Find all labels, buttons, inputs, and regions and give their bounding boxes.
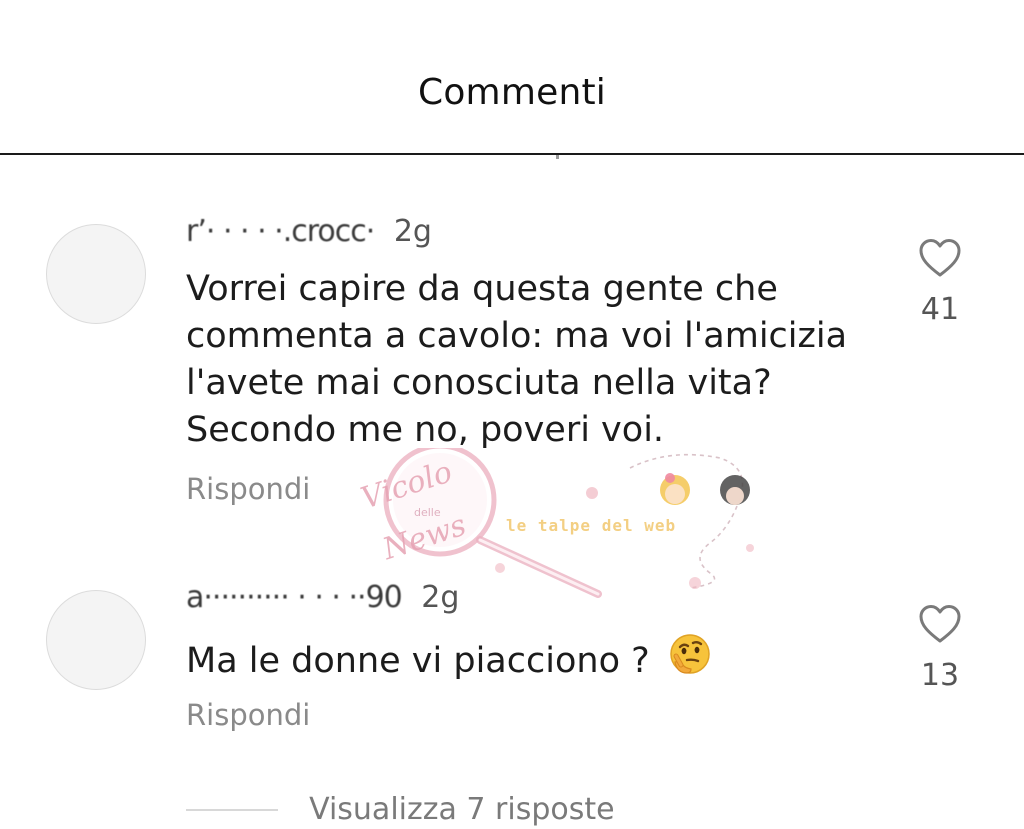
like-button[interactable]: 41 bbox=[900, 238, 980, 327]
avatar[interactable] bbox=[46, 590, 146, 690]
header-divider bbox=[0, 153, 1024, 155]
comments-screen: Commenti r’· · · · ·.crocc· 2g Vorrei ca… bbox=[0, 0, 1024, 829]
view-replies-button[interactable]: Visualizza 7 risposte bbox=[186, 792, 615, 829]
comment-time: 2g bbox=[393, 214, 432, 248]
comment-meta: r’· · · · ·.crocc· 2g bbox=[186, 214, 432, 248]
watermark-logo-text: News bbox=[378, 507, 471, 568]
avatar[interactable] bbox=[46, 224, 146, 324]
comments-header: Commenti bbox=[0, 0, 1024, 159]
watermark-tagline: le talpe del web bbox=[506, 516, 677, 535]
like-button[interactable]: 13 bbox=[900, 604, 980, 693]
reply-button[interactable]: Rispondi bbox=[186, 472, 310, 506]
comment-time: 2g bbox=[421, 580, 460, 614]
view-replies-label: Visualizza 7 risposte bbox=[309, 792, 615, 827]
like-count: 41 bbox=[920, 292, 960, 327]
heart-outline-icon bbox=[900, 238, 980, 278]
comment-text-content: Ma le donne vi piacciono ? bbox=[186, 641, 650, 681]
comment-text: Ma le donne vi piacciono ? bbox=[186, 632, 876, 691]
comment-username[interactable]: r’· · · · ·.crocc· bbox=[186, 214, 375, 248]
page-title: Commenti bbox=[418, 72, 606, 113]
like-count: 13 bbox=[920, 658, 960, 693]
thinking-face-emoji bbox=[667, 632, 713, 691]
heart-outline-icon bbox=[900, 604, 980, 644]
watermark-logo-text: Vicolo bbox=[356, 454, 457, 517]
comment-username[interactable]: a·········· · · · ··90 bbox=[186, 580, 403, 614]
watermark-logo-small: delle bbox=[414, 506, 441, 519]
reply-button[interactable]: Rispondi bbox=[186, 698, 310, 732]
comment-meta: a·········· · · · ··90 2g bbox=[186, 580, 459, 614]
scroll-indicator bbox=[556, 155, 559, 159]
comment-text: Vorrei capire da questa gente che commen… bbox=[186, 269, 848, 450]
replies-divider-line bbox=[186, 808, 278, 811]
